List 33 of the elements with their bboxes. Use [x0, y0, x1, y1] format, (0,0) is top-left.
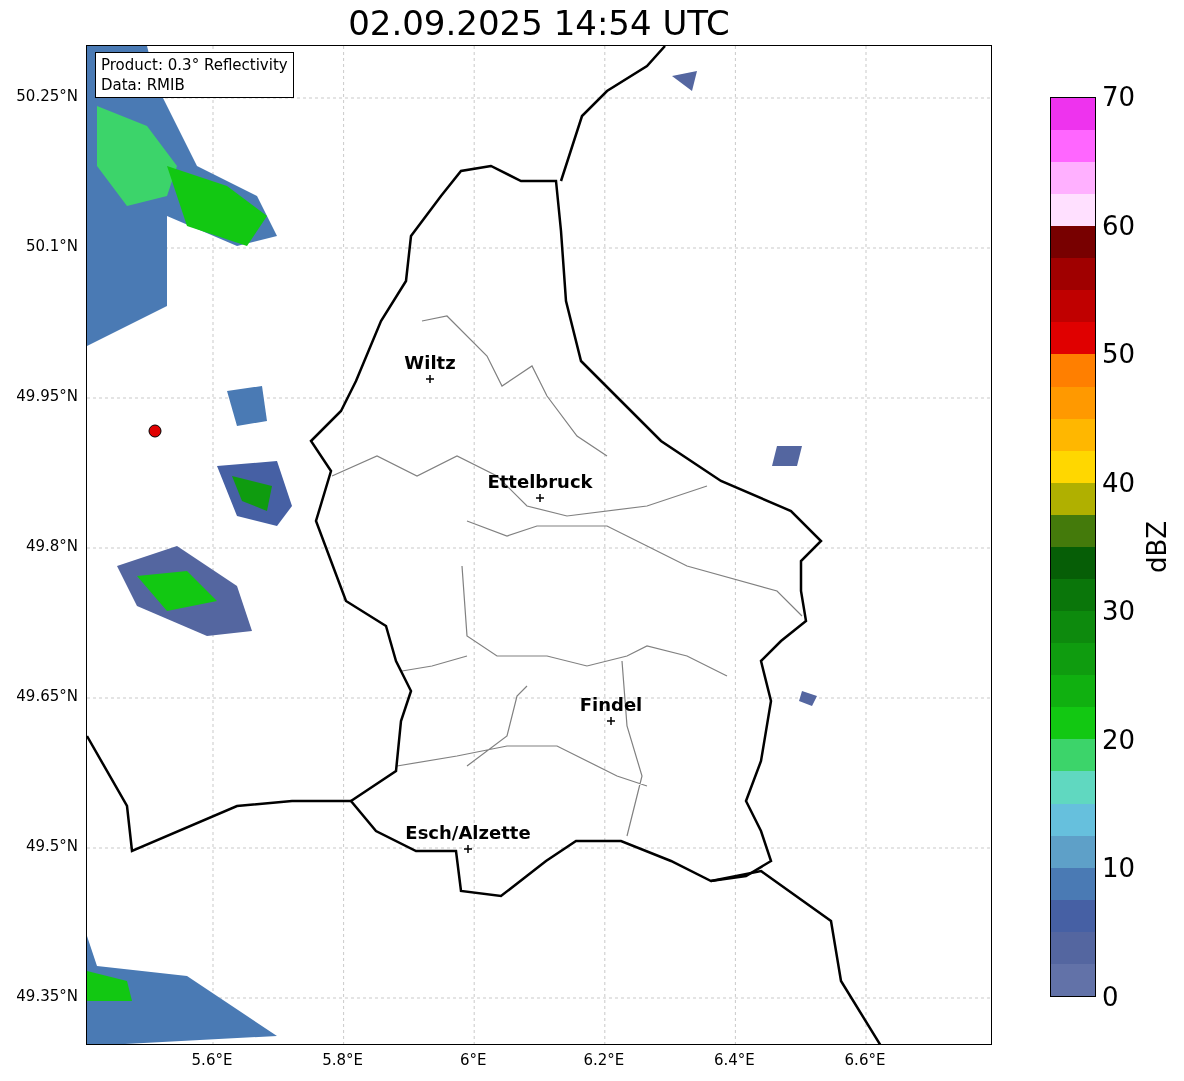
longitude-label: 6°E [459, 1053, 487, 1068]
city-label: Ettelbruck [487, 473, 593, 491]
latitude-label: 50.25°N [16, 89, 78, 104]
longitude-label: 5.8°E [322, 1053, 363, 1068]
colorbar-tick-label: 50 [1102, 341, 1136, 368]
city-label: Esch/Alzette [405, 824, 531, 842]
colorbar-label: dBZ [1142, 520, 1172, 574]
latitude-label: 49.95°N [16, 389, 78, 404]
city-marker-icon [536, 494, 544, 502]
longitude-label: 6.2°E [583, 1053, 625, 1068]
colorbar-tick-label: 0 [1102, 984, 1119, 1010]
chart-title: 02.09.2025 14:54 UTC [348, 5, 730, 40]
latitude-label: 49.8°N [25, 539, 78, 554]
city-marker-icon [426, 375, 434, 383]
latitude-label: 49.65°N [16, 689, 78, 704]
colorbar-tick-label: 40 [1102, 469, 1136, 496]
latitude-label: 49.5°N [25, 839, 78, 854]
longitude-label: 6.6°E [844, 1053, 886, 1068]
info-text: Data: RMIB [101, 75, 186, 95]
colorbar-tick-label: 20 [1102, 726, 1136, 753]
city-label: Findel [579, 696, 643, 714]
latitude-label: 50.1°N [25, 239, 78, 254]
city-label: Wiltz [404, 354, 456, 372]
city-marker-icon [607, 717, 615, 725]
colorbar-tick-label: 70 [1102, 84, 1136, 110]
longitude-label: 5.6°E [191, 1053, 233, 1068]
city-marker-icon [464, 845, 472, 853]
colorbar-tick-label: 10 [1102, 855, 1136, 882]
longitude-label: 6.4°E [713, 1053, 755, 1068]
colorbar-tick-label: 60 [1102, 212, 1136, 239]
colorbar-tick-label: 30 [1102, 598, 1136, 625]
info-text: Product: 0.3° Reflectivity [101, 55, 288, 75]
latitude-label: 49.35°N [16, 989, 78, 1004]
